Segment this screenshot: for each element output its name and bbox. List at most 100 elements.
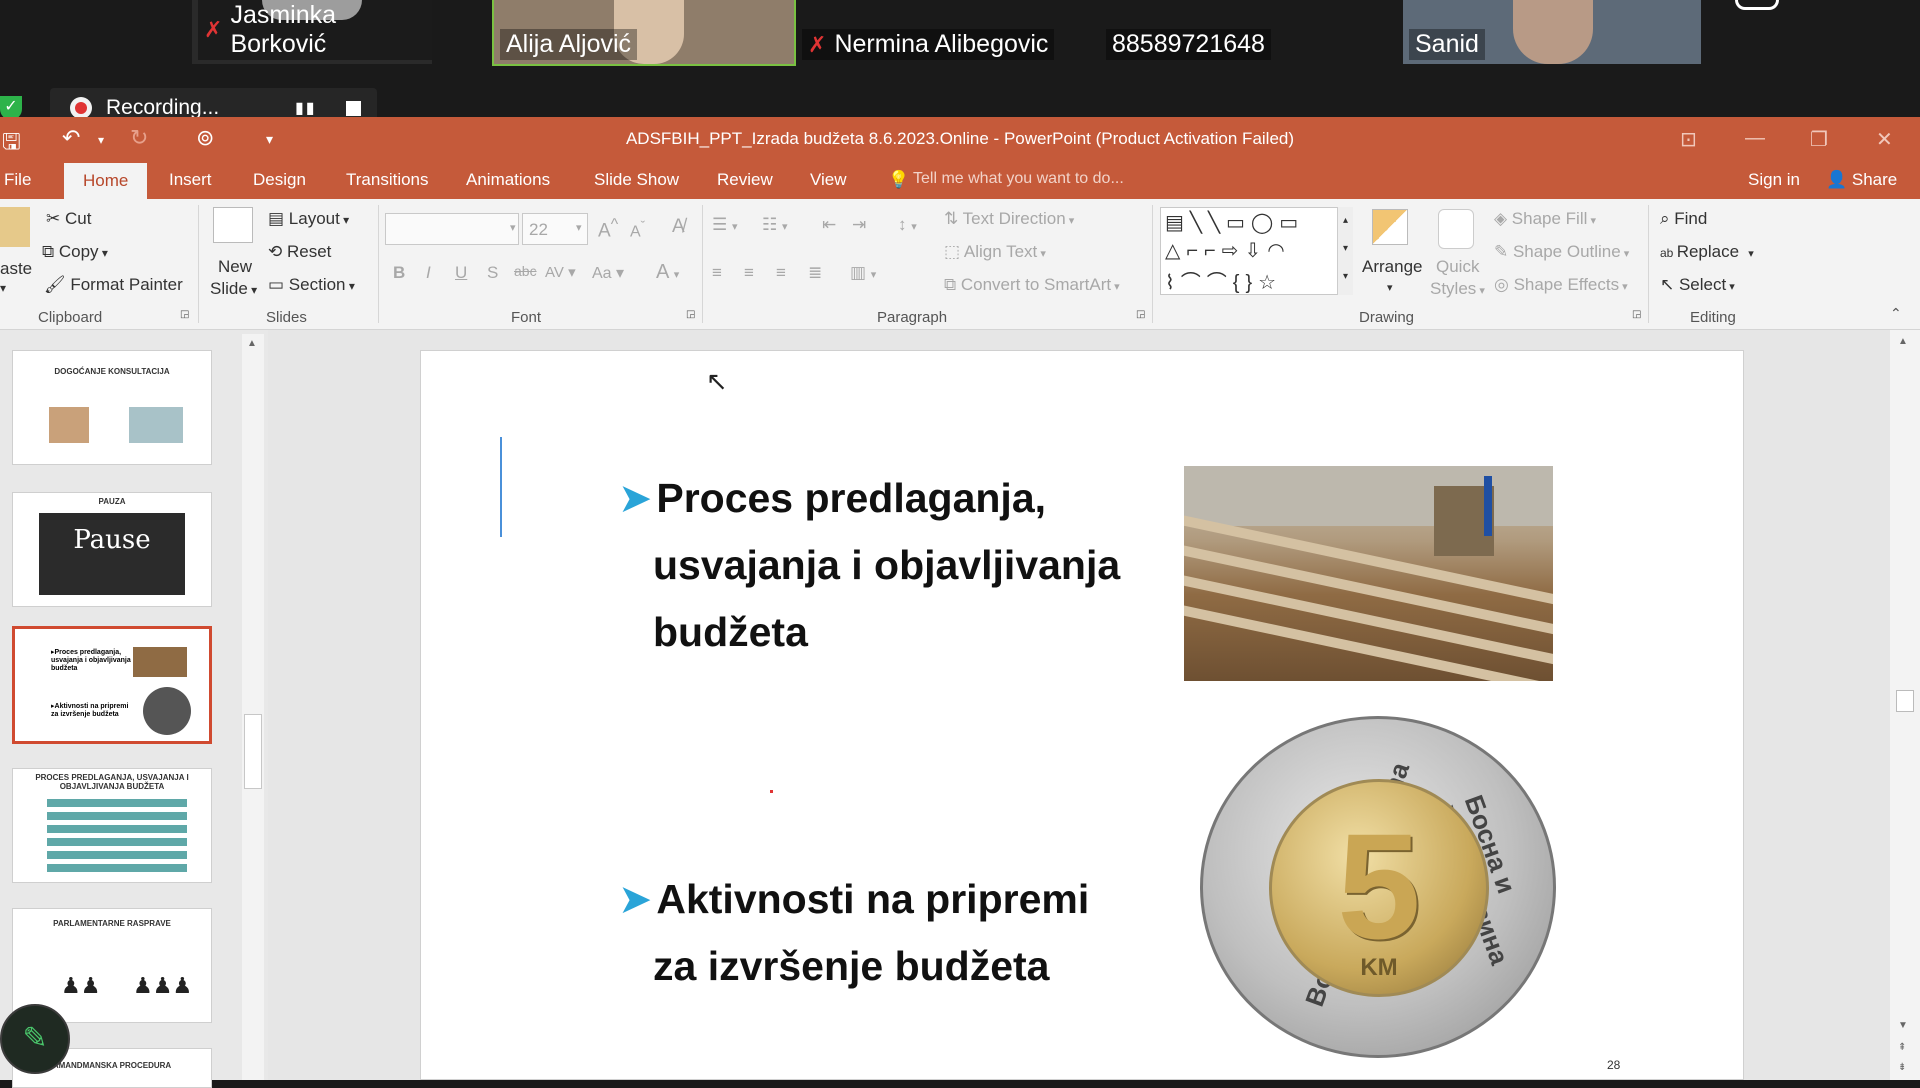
shapes-row[interactable]: ⌇⌒⌒{}☆: [1165, 266, 1282, 295]
participant-tile[interactable]: 88589721648: [1100, 0, 1350, 64]
participant-tile[interactable]: ✗ Nermina Alibegovic: [796, 0, 1066, 64]
align-center-icon[interactable]: ≡: [744, 263, 754, 283]
tell-me-box[interactable]: Tell me what you want to do...: [913, 170, 1124, 188]
bullets-button[interactable]: ☰ ▾: [712, 215, 738, 235]
tab-design[interactable]: Design: [253, 170, 306, 190]
shapes-row[interactable]: △⌐⌐⇨⇩◠: [1165, 238, 1291, 263]
layout-button[interactable]: ▤ Layout ▾: [268, 209, 349, 229]
participant-tile[interactable]: ✗ Jasminka Borković: [192, 0, 432, 64]
font-color-button[interactable]: A ▾: [656, 261, 679, 284]
clear-formatting-icon[interactable]: A̸: [672, 216, 685, 238]
arrange-dropdown-icon[interactable]: ▾: [1387, 281, 1393, 294]
text-direction-button[interactable]: ⇅ Text Direction ▾: [944, 209, 1074, 229]
character-spacing-button[interactable]: AV ▾: [545, 263, 576, 281]
participant-tile[interactable]: Sanid: [1403, 0, 1701, 64]
participant-tile-active[interactable]: Alija Aljović: [492, 0, 796, 66]
minimize-icon[interactable]: —: [1745, 127, 1765, 150]
reset-button[interactable]: ⟲ Reset: [268, 242, 331, 262]
decrease-indent-icon[interactable]: ⇤: [822, 215, 836, 235]
scroll-up-icon[interactable]: ▲: [1898, 336, 1908, 347]
bold-button[interactable]: B: [393, 263, 405, 283]
tab-insert[interactable]: Insert: [169, 170, 212, 190]
annotate-pen-icon[interactable]: ✎: [0, 1004, 70, 1074]
cut-button[interactable]: ✂ Cut: [46, 209, 91, 229]
restore-icon[interactable]: ❐: [1810, 127, 1828, 152]
dialog-launcher-icon[interactable]: ◲: [180, 309, 189, 320]
shape-effects-button[interactable]: ◎ Shape Effects ▾: [1494, 275, 1628, 295]
columns-button[interactable]: ▥ ▾: [850, 263, 876, 283]
scrollbar-thumb[interactable]: [244, 714, 262, 789]
parliament-photo[interactable]: [1184, 466, 1553, 681]
tab-transitions[interactable]: Transitions: [346, 170, 429, 190]
stop-recording-button[interactable]: [346, 100, 361, 116]
pause-recording-button[interactable]: ▮▮: [295, 98, 317, 118]
numbering-button[interactable]: ☷ ▾: [762, 215, 788, 235]
paste-icon[interactable]: [0, 207, 30, 247]
quick-styles-button-line2[interactable]: Styles ▾: [1430, 279, 1485, 299]
tab-review[interactable]: Review: [717, 170, 773, 190]
copy-button[interactable]: ⧉ Copy ▾: [42, 242, 108, 262]
replace-button[interactable]: ab Replace ▾: [1660, 242, 1754, 262]
quick-styles-button-line1[interactable]: Quick: [1436, 257, 1479, 277]
align-left-icon[interactable]: ≡: [712, 263, 722, 283]
text-shadow-button[interactable]: S: [487, 263, 498, 283]
strikethrough-button[interactable]: abc: [514, 263, 537, 279]
shape-fill-button[interactable]: ◈ Shape Fill ▾: [1494, 209, 1596, 229]
share-button[interactable]: 👤 Share: [1826, 170, 1897, 190]
new-slide-button-line2[interactable]: Slide ▾: [210, 279, 257, 299]
slide-scrollbar[interactable]: ▲ ▼ ⇞ ⇟: [1890, 330, 1920, 1080]
font-name-input[interactable]: [385, 213, 519, 245]
dialog-launcher-icon[interactable]: ◲: [686, 309, 695, 320]
shrink-font-icon[interactable]: Aˇ: [630, 218, 645, 241]
scrollbar-thumb[interactable]: [1896, 690, 1914, 712]
slide-thumbnail-selected[interactable]: ▸Proces predlaganja, usvajanja i objavlj…: [12, 626, 212, 744]
justify-icon[interactable]: ≣: [808, 263, 822, 283]
select-button[interactable]: ↖ Select ▾: [1660, 275, 1735, 295]
find-button[interactable]: ⌕ Find: [1660, 209, 1707, 229]
shape-outline-button[interactable]: ✎ Shape Outline ▾: [1494, 242, 1629, 262]
scroll-up-icon[interactable]: ▲: [247, 338, 257, 349]
tab-home[interactable]: Home: [64, 163, 148, 199]
font-name-dropdown-icon[interactable]: ▾: [510, 221, 516, 234]
align-text-button[interactable]: ⬚ Align Text ▾: [944, 242, 1046, 262]
dialog-launcher-icon[interactable]: ◲: [1136, 309, 1145, 320]
increase-indent-icon[interactable]: ⇥: [852, 215, 866, 235]
slide-thumbnail[interactable]: DOGOĆANJE KONSULTACIJA: [12, 350, 212, 465]
section-button[interactable]: ▭ Section ▾: [268, 275, 355, 295]
shapes-row[interactable]: ▤╲╲▭◯▭: [1165, 210, 1304, 235]
previous-slide-icon[interactable]: ⇞: [1898, 1042, 1906, 1053]
scroll-down-icon[interactable]: ▼: [1898, 1020, 1908, 1031]
format-painter-button[interactable]: 🖌 Format Painter: [44, 275, 183, 295]
convert-smartart-button[interactable]: ⧉ Convert to SmartArt ▾: [944, 275, 1120, 295]
bullet-item-2[interactable]: ➤Aktivnosti na pripremi za izvršenje bud…: [618, 866, 1089, 1000]
arrange-button[interactable]: Arrange: [1362, 257, 1422, 277]
align-right-icon[interactable]: ≡: [776, 263, 786, 283]
change-case-button[interactable]: Aa ▾: [592, 263, 624, 283]
tab-slide-show[interactable]: Slide Show: [594, 170, 679, 190]
ribbon-display-options-icon[interactable]: ⊡: [1680, 127, 1697, 152]
bullet-item-1[interactable]: ➤Proces predlaganja, usvajanja i objavlj…: [618, 465, 1120, 666]
grow-font-icon[interactable]: A^: [598, 216, 618, 242]
collapse-ribbon-icon[interactable]: ⌃: [1890, 305, 1902, 322]
shapes-gallery[interactable]: ▤╲╲▭◯▭ △⌐⌐⇨⇩◠ ⌇⌒⌒{}☆: [1160, 207, 1352, 295]
tab-file[interactable]: File: [4, 170, 31, 190]
next-slide-icon[interactable]: ⇟: [1898, 1062, 1906, 1073]
italic-button[interactable]: I: [426, 263, 431, 283]
tab-animations[interactable]: Animations: [466, 170, 550, 190]
new-slide-button-line1[interactable]: New: [218, 257, 252, 277]
slide-thumbnail[interactable]: PROCES PREDLAGANJA, USVAJANJA I OBJAVLJI…: [12, 768, 212, 883]
font-size-dropdown-icon[interactable]: ▾: [576, 221, 582, 234]
paste-dropdown-icon[interactable]: ▾: [0, 281, 6, 295]
paste-button[interactable]: aste: [0, 259, 32, 279]
dialog-launcher-icon[interactable]: ◲: [1632, 309, 1641, 320]
tab-view[interactable]: View: [810, 170, 847, 190]
new-slide-icon[interactable]: [213, 207, 253, 243]
line-spacing-button[interactable]: ↕ ▾: [898, 215, 917, 235]
shapes-scroll[interactable]: ▴ ▾ ▾: [1337, 207, 1353, 295]
slide-thumbnail[interactable]: PAUZA Pause: [12, 492, 212, 607]
close-icon[interactable]: ✕: [1876, 127, 1893, 152]
coin-image[interactable]: Bosna i Hercegovina Босна и Херцеговина …: [1200, 716, 1556, 1058]
underline-button[interactable]: U: [455, 263, 467, 283]
sign-in-link[interactable]: Sign in: [1748, 170, 1800, 190]
thumbnails-scrollbar[interactable]: ▲: [242, 334, 264, 1080]
